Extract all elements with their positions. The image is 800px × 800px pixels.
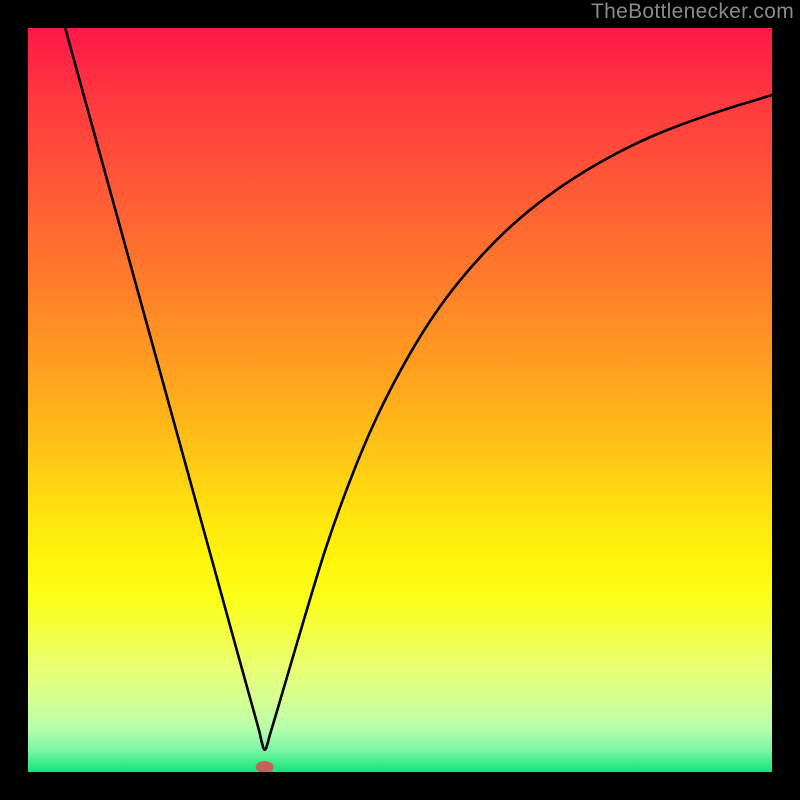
optimal-point-marker (256, 761, 274, 772)
watermark-label: TheBottlenecker.com (591, 0, 794, 24)
plot-area (28, 28, 772, 772)
bottleneck-curve (65, 28, 772, 750)
chart-svg (28, 28, 772, 772)
chart-stage: TheBottlenecker.com (0, 0, 800, 800)
